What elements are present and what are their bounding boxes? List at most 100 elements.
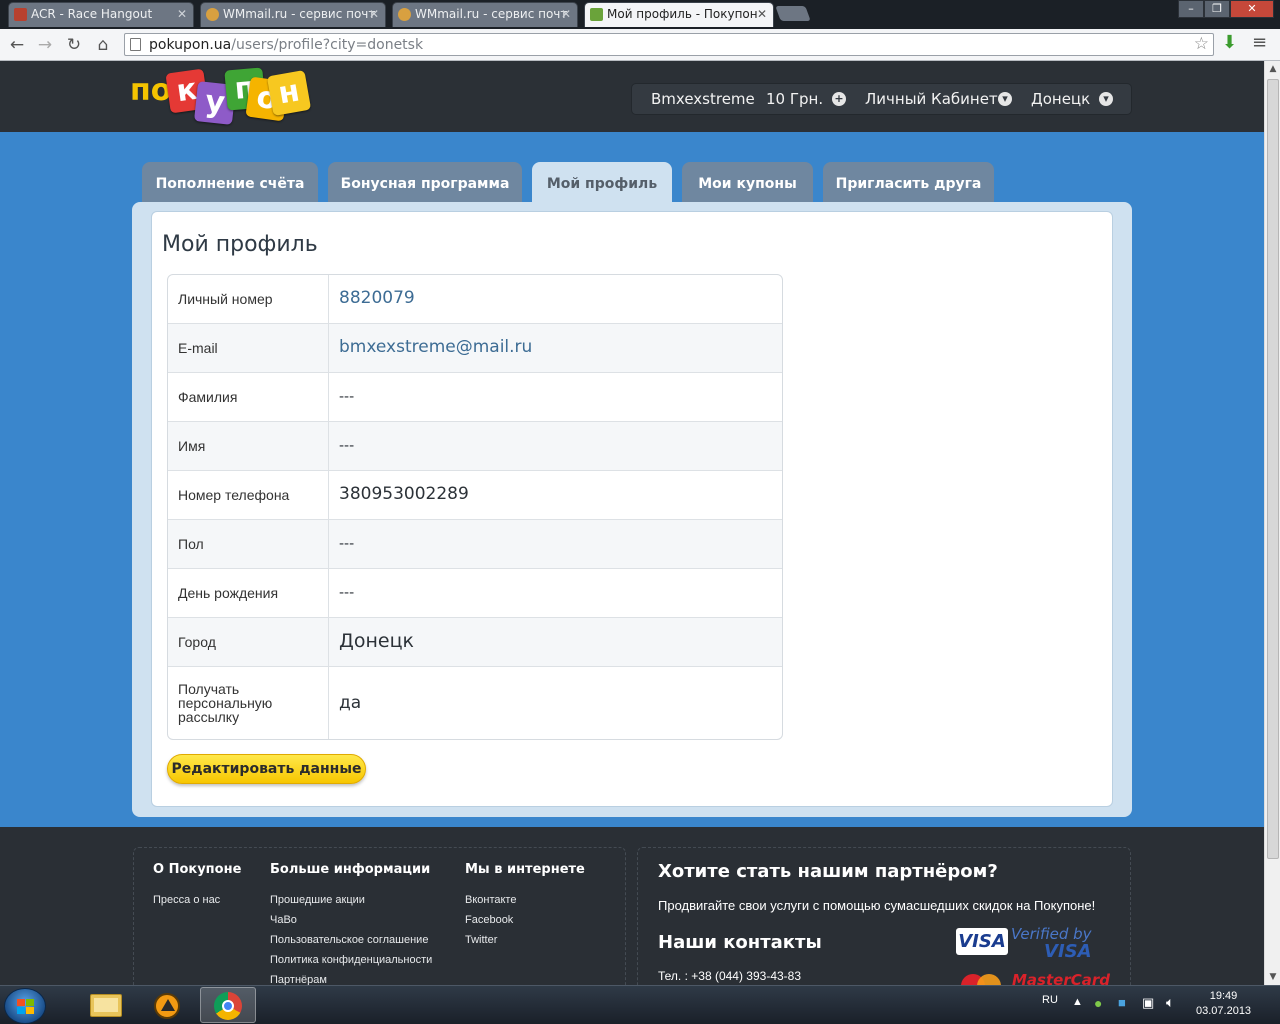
footer-col-title: Больше информации (270, 862, 431, 877)
user-bar: Bmxexstreme 10 Грн. + Личный Кабинет ▾ Д… (631, 83, 1132, 115)
row-label: Фамилия (178, 389, 238, 405)
pokupon-logo[interactable]: по к у п о н (130, 65, 312, 125)
tab-bonus-program[interactable]: Бонусная программа (328, 162, 522, 202)
site-header: по к у п о н Bmxexstreme 10 Грн. + Личны… (0, 61, 1264, 132)
footer-link-twitter[interactable]: Twitter (465, 934, 497, 946)
url-host: pokupon.ua (149, 37, 232, 53)
table-row: Город Донецк (168, 618, 782, 667)
browser-tab-title: ACR - Race Hangout (31, 7, 153, 21)
table-row: Имя --- (168, 422, 782, 471)
verified-line2: VISA (1044, 941, 1092, 962)
clock-date: 03.07.2013 (1196, 1005, 1252, 1017)
taskbar-clock[interactable]: 19:49 03.07.2013 (1196, 989, 1251, 1019)
page-icon (130, 38, 141, 51)
new-tab-button[interactable] (775, 6, 811, 21)
forward-icon[interactable]: → (34, 34, 56, 56)
mastercard-icon (955, 974, 1007, 985)
windows-logo-icon (17, 999, 35, 1015)
close-tab-icon[interactable]: ✕ (561, 3, 571, 25)
network-icon[interactable]: ▣ (1142, 995, 1154, 1011)
add-funds-icon[interactable]: + (832, 92, 846, 106)
show-hidden-icons[interactable]: ▲ (1072, 996, 1083, 1008)
close-tab-icon[interactable]: ✕ (757, 3, 767, 25)
username-link[interactable]: Bmxexstreme (651, 90, 755, 108)
table-row: Номер телефона 380953002289 (168, 471, 782, 520)
column-divider (328, 422, 329, 470)
url-text[interactable]: pokupon.ua/users/profile?city=donetsk (149, 37, 423, 53)
balance-value[interactable]: 10 Грн. (766, 90, 823, 108)
partner-subtitle[interactable]: Продвигайте свои услуги с помощью сумасш… (658, 898, 1095, 913)
column-divider (328, 520, 329, 568)
browser-tabstrip: ACR - Race Hangout ✕ WMmail.ru - сервис … (0, 0, 1280, 29)
close-tab-icon[interactable]: ✕ (177, 3, 187, 25)
tab-invite-friend[interactable]: Пригласить друга (823, 162, 994, 202)
city-selector[interactable]: Донецк (1031, 90, 1090, 108)
edit-profile-button[interactable]: Редактировать данные (167, 754, 366, 784)
row-value: Донецк (339, 630, 414, 652)
personal-cabinet-link[interactable]: Личный Кабинет (865, 90, 998, 108)
chevron-down-icon[interactable]: ▾ (1099, 92, 1113, 106)
column-divider (328, 569, 329, 617)
footer-link[interactable]: Политика конфиденциальности (270, 954, 432, 966)
favicon-icon (206, 8, 219, 21)
footer-link[interactable]: ЧаВо (270, 914, 297, 926)
contact-phone: Тел. : +38 (044) 393-43-83 (658, 969, 802, 983)
row-value: 8820079 (339, 288, 415, 308)
favicon-icon (398, 8, 411, 21)
browser-tab-active[interactable]: Мой профиль - Покупон ✕ (584, 2, 774, 27)
bookmark-star-icon[interactable]: ☆ (1194, 34, 1209, 54)
footer-link[interactable]: Прошедшие акции (270, 894, 365, 906)
browser-tab[interactable]: WMmail.ru - сервис почт ✕ (392, 2, 578, 27)
volume-icon[interactable]: 🔈︎ (1166, 994, 1174, 1011)
close-tab-icon[interactable]: ✕ (369, 3, 379, 25)
clock-time: 19:49 (1209, 990, 1238, 1002)
reload-icon[interactable]: ↻ (63, 34, 85, 56)
logo-tag: н (266, 70, 312, 116)
column-divider (328, 618, 329, 666)
aimp-taskbar-icon[interactable] (140, 987, 196, 1023)
footer-col-title: Мы в интернете (465, 862, 585, 877)
address-bar[interactable]: pokupon.ua/users/profile?city=donetsk ☆ (124, 33, 1214, 56)
browser-tab[interactable]: WMmail.ru - сервис почт ✕ (200, 2, 386, 27)
tab-my-coupons[interactable]: Мои купоны (682, 162, 813, 202)
tab-my-profile[interactable]: Мой профиль (532, 162, 672, 202)
scroll-up-icon[interactable]: ▲ (1265, 61, 1280, 77)
browser-tab-title: WMmail.ru - сервис почт (223, 7, 376, 21)
table-row: Пол --- (168, 520, 782, 569)
row-label: Имя (178, 438, 206, 454)
footer-link-vkontakte[interactable]: Вконтакте (465, 894, 516, 906)
profile-table: Личный номер 8820079 E-mail bmxexstreme@… (167, 274, 783, 740)
minimize-button[interactable]: – (1178, 0, 1204, 18)
close-window-button[interactable]: ✕ (1230, 0, 1274, 18)
start-button[interactable] (4, 988, 46, 1024)
browser-tab[interactable]: ACR - Race Hangout ✕ (8, 2, 194, 27)
wrench-menu-icon[interactable]: ≡ (1252, 32, 1267, 53)
footer-col-title: О Покупоне (153, 862, 242, 877)
download-extension-icon[interactable]: ⬇ (1222, 32, 1237, 53)
scroll-down-icon[interactable]: ▼ (1265, 969, 1280, 985)
explorer-taskbar-icon[interactable] (78, 987, 134, 1023)
footer-link[interactable]: Пользовательское соглашение (270, 934, 428, 946)
browser-tab-title: WMmail.ru - сервис почт (415, 7, 568, 21)
maximize-button[interactable]: ❐ (1204, 0, 1230, 18)
verified-by-visa-logo: Verified by VISA (1011, 926, 1092, 962)
row-label: День рождения (178, 585, 279, 601)
tab-top-up[interactable]: Пополнение счёта (142, 162, 318, 202)
footer-link[interactable]: Пресса о нас (153, 894, 220, 906)
home-icon[interactable]: ⌂ (92, 34, 114, 56)
footer-link-facebook[interactable]: Facebook (465, 914, 513, 926)
chrome-taskbar-icon[interactable] (200, 987, 256, 1023)
contacts-title: Наши контакты (658, 932, 822, 953)
scrollbar-thumb[interactable] (1267, 79, 1279, 859)
footer-link[interactable]: Партнёрам (270, 974, 327, 985)
tray-app-icon[interactable]: ● (1094, 995, 1102, 1011)
chevron-down-icon[interactable]: ▾ (998, 92, 1012, 106)
tray-app-icon[interactable]: ■ (1118, 995, 1126, 1010)
language-indicator[interactable]: RU (1042, 994, 1058, 1006)
row-label: Номер телефона (178, 487, 290, 503)
table-row: Фамилия --- (168, 373, 782, 422)
back-icon[interactable]: ← (6, 34, 28, 56)
page-scrollbar[interactable]: ▲ ▼ (1264, 61, 1280, 985)
row-value: --- (339, 585, 355, 601)
row-value: да (339, 693, 362, 713)
